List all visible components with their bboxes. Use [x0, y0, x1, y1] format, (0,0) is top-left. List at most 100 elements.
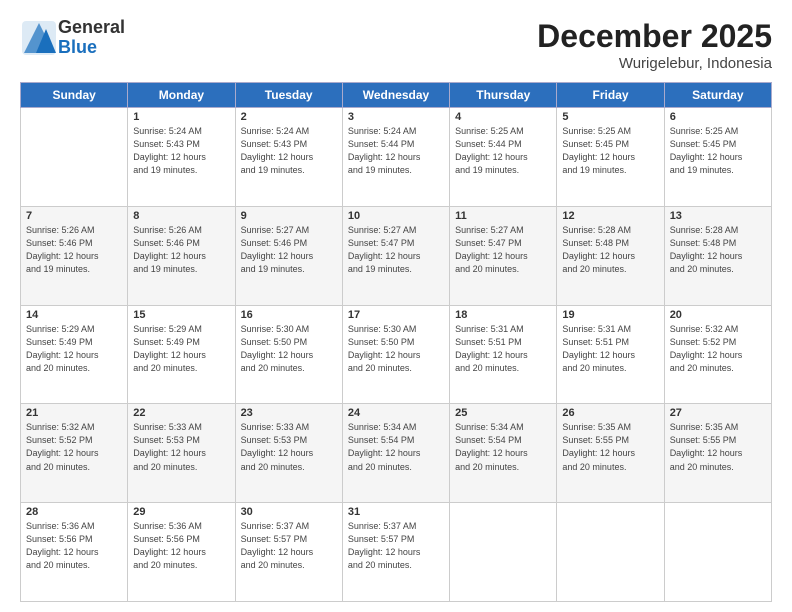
cell-info: Sunrise: 5:29 AM Sunset: 5:49 PM Dayligh…: [26, 323, 122, 375]
calendar-cell: 11 Sunrise: 5:27 AM Sunset: 5:47 PM Dayli…: [450, 206, 557, 305]
cell-info: Sunrise: 5:24 AM Sunset: 5:43 PM Dayligh…: [133, 125, 229, 177]
calendar-cell: 14Sunrise: 5:29 AM Sunset: 5:49 PM Dayli…: [21, 305, 128, 404]
day-number: 9: [241, 210, 337, 222]
day-number: 10: [348, 210, 444, 222]
calendar-cell: 25 Sunrise: 5:34 AM Sunset: 5:54 PM Dayli…: [450, 404, 557, 503]
logo-icon: [20, 19, 58, 57]
calendar-cell: 5 Sunrise: 5:25 AM Sunset: 5:45 PM Daylig…: [557, 108, 664, 207]
col-header-thursday: Thursday: [450, 83, 557, 108]
header: General Blue December 2025 Wurigelebur, …: [20, 18, 772, 72]
day-number: 22: [133, 407, 229, 419]
day-number: 15: [133, 309, 229, 321]
cell-info: Sunrise: 5:29 AM Sunset: 5:49 PM Dayligh…: [133, 323, 229, 375]
cell-info: Sunrise: 5:31 AM Sunset: 5:51 PM Dayligh…: [562, 323, 658, 375]
calendar-cell: 1 Sunrise: 5:24 AM Sunset: 5:43 PM Daylig…: [128, 108, 235, 207]
calendar-cell: 3 Sunrise: 5:24 AM Sunset: 5:44 PM Daylig…: [342, 108, 449, 207]
cell-info: Sunrise: 5:27 AM Sunset: 5:47 PM Dayligh…: [348, 224, 444, 276]
logo-blue-text: Blue: [58, 38, 125, 58]
cell-info: Sunrise: 5:34 AM Sunset: 5:54 PM Dayligh…: [455, 421, 551, 473]
calendar-cell: 10 Sunrise: 5:27 AM Sunset: 5:47 PM Dayli…: [342, 206, 449, 305]
day-number: 17: [348, 309, 444, 321]
day-number: 23: [241, 407, 337, 419]
cell-info: Sunrise: 5:24 AM Sunset: 5:43 PM Dayligh…: [241, 125, 337, 177]
day-number: 6: [670, 111, 766, 123]
cell-info: Sunrise: 5:25 AM Sunset: 5:45 PM Dayligh…: [562, 125, 658, 177]
day-number: 21: [26, 407, 122, 419]
calendar-cell: 12Sunrise: 5:28 AM Sunset: 5:48 PM Dayli…: [557, 206, 664, 305]
calendar-cell: 23 Sunrise: 5:33 AM Sunset: 5:53 PM Dayli…: [235, 404, 342, 503]
cell-info: Sunrise: 5:30 AM Sunset: 5:50 PM Dayligh…: [348, 323, 444, 375]
cell-info: Sunrise: 5:36 AM Sunset: 5:56 PM Dayligh…: [133, 520, 229, 572]
calendar-cell: 9 Sunrise: 5:27 AM Sunset: 5:46 PM Daylig…: [235, 206, 342, 305]
day-number: 18: [455, 309, 551, 321]
day-number: 12: [562, 210, 658, 222]
calendar-cell: [557, 503, 664, 602]
cell-info: Sunrise: 5:34 AM Sunset: 5:54 PM Dayligh…: [348, 421, 444, 473]
calendar-cell: 6 Sunrise: 5:25 AM Sunset: 5:45 PM Daylig…: [664, 108, 771, 207]
cell-info: Sunrise: 5:25 AM Sunset: 5:45 PM Dayligh…: [670, 125, 766, 177]
calendar-cell: 27 Sunrise: 5:35 AM Sunset: 5:55 PM Dayli…: [664, 404, 771, 503]
cell-info: Sunrise: 5:32 AM Sunset: 5:52 PM Dayligh…: [670, 323, 766, 375]
calendar-cell: [664, 503, 771, 602]
calendar-cell: 29Sunrise: 5:36 AM Sunset: 5:56 PM Dayli…: [128, 503, 235, 602]
cell-info: Sunrise: 5:36 AM Sunset: 5:56 PM Dayligh…: [26, 520, 122, 572]
calendar-cell: 7Sunrise: 5:26 AM Sunset: 5:46 PM Daylig…: [21, 206, 128, 305]
calendar-cell: 2 Sunrise: 5:24 AM Sunset: 5:43 PM Daylig…: [235, 108, 342, 207]
calendar-cell: 26Sunrise: 5:35 AM Sunset: 5:55 PM Dayli…: [557, 404, 664, 503]
cell-info: Sunrise: 5:27 AM Sunset: 5:47 PM Dayligh…: [455, 224, 551, 276]
calendar-cell: 21 Sunrise: 5:32 AM Sunset: 5:52 PM Dayli…: [21, 404, 128, 503]
day-number: 3: [348, 111, 444, 123]
cell-info: Sunrise: 5:35 AM Sunset: 5:55 PM Dayligh…: [562, 421, 658, 473]
logo-text: General Blue: [58, 18, 125, 58]
cell-info: Sunrise: 5:37 AM Sunset: 5:57 PM Dayligh…: [241, 520, 337, 572]
cell-info: Sunrise: 5:31 AM Sunset: 5:51 PM Dayligh…: [455, 323, 551, 375]
cell-info: Sunrise: 5:37 AM Sunset: 5:57 PM Dayligh…: [348, 520, 444, 572]
col-header-tuesday: Tuesday: [235, 83, 342, 108]
calendar-cell: 20Sunrise: 5:32 AM Sunset: 5:52 PM Dayli…: [664, 305, 771, 404]
calendar-cell: 24 Sunrise: 5:34 AM Sunset: 5:54 PM Dayli…: [342, 404, 449, 503]
calendar-table: SundayMondayTuesdayWednesdayThursdayFrid…: [20, 82, 772, 602]
calendar-cell: 17 Sunrise: 5:30 AM Sunset: 5:50 PM Dayli…: [342, 305, 449, 404]
day-number: 5: [562, 111, 658, 123]
cell-info: Sunrise: 5:26 AM Sunset: 5:46 PM Dayligh…: [26, 224, 122, 276]
cell-info: Sunrise: 5:28 AM Sunset: 5:48 PM Dayligh…: [670, 224, 766, 276]
calendar-cell: 28 Sunrise: 5:36 AM Sunset: 5:56 PM Dayli…: [21, 503, 128, 602]
day-number: 16: [241, 309, 337, 321]
logo-general-text: General: [58, 18, 125, 38]
day-number: 28: [26, 506, 122, 518]
cell-info: Sunrise: 5:30 AM Sunset: 5:50 PM Dayligh…: [241, 323, 337, 375]
day-number: 1: [133, 111, 229, 123]
calendar-cell: [21, 108, 128, 207]
calendar-cell: 8 Sunrise: 5:26 AM Sunset: 5:46 PM Daylig…: [128, 206, 235, 305]
day-number: 11: [455, 210, 551, 222]
col-header-monday: Monday: [128, 83, 235, 108]
day-number: 27: [670, 407, 766, 419]
cell-info: Sunrise: 5:27 AM Sunset: 5:46 PM Dayligh…: [241, 224, 337, 276]
cell-info: Sunrise: 5:33 AM Sunset: 5:53 PM Dayligh…: [241, 421, 337, 473]
cell-info: Sunrise: 5:33 AM Sunset: 5:53 PM Dayligh…: [133, 421, 229, 473]
cell-info: Sunrise: 5:24 AM Sunset: 5:44 PM Dayligh…: [348, 125, 444, 177]
calendar-cell: 18 Sunrise: 5:31 AM Sunset: 5:51 PM Dayli…: [450, 305, 557, 404]
col-header-friday: Friday: [557, 83, 664, 108]
day-number: 19: [562, 309, 658, 321]
col-header-sunday: Sunday: [21, 83, 128, 108]
page: General Blue December 2025 Wurigelebur, …: [0, 0, 792, 612]
cell-info: Sunrise: 5:26 AM Sunset: 5:46 PM Dayligh…: [133, 224, 229, 276]
title-block: December 2025 Wurigelebur, Indonesia: [537, 18, 772, 72]
day-number: 2: [241, 111, 337, 123]
cell-info: Sunrise: 5:35 AM Sunset: 5:55 PM Dayligh…: [670, 421, 766, 473]
calendar-cell: 31 Sunrise: 5:37 AM Sunset: 5:57 PM Dayli…: [342, 503, 449, 602]
calendar-cell: 4Sunrise: 5:25 AM Sunset: 5:44 PM Daylig…: [450, 108, 557, 207]
calendar-cell: 13 Sunrise: 5:28 AM Sunset: 5:48 PM Dayli…: [664, 206, 771, 305]
month-title: December 2025: [537, 18, 772, 55]
calendar-cell: 19 Sunrise: 5:31 AM Sunset: 5:51 PM Dayli…: [557, 305, 664, 404]
cell-info: Sunrise: 5:32 AM Sunset: 5:52 PM Dayligh…: [26, 421, 122, 473]
day-number: 8: [133, 210, 229, 222]
day-number: 24: [348, 407, 444, 419]
calendar-cell: 30 Sunrise: 5:37 AM Sunset: 5:57 PM Dayli…: [235, 503, 342, 602]
day-number: 4: [455, 111, 551, 123]
day-number: 31: [348, 506, 444, 518]
day-number: 13: [670, 210, 766, 222]
day-number: 30: [241, 506, 337, 518]
day-number: 25: [455, 407, 551, 419]
